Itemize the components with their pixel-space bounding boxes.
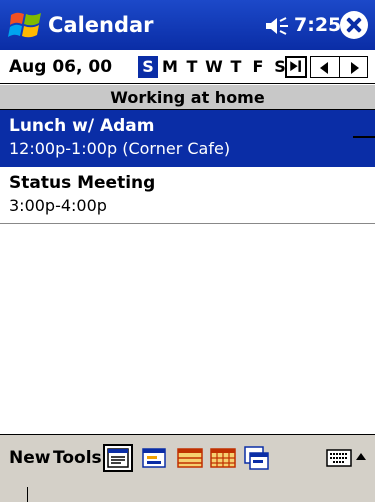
weekday-monday[interactable]: M bbox=[160, 56, 180, 78]
weekday-sunday[interactable]: S bbox=[138, 56, 158, 78]
clock[interactable]: 7:25 bbox=[294, 0, 341, 50]
all-day-event-banner[interactable]: Working at home bbox=[0, 85, 375, 110]
text-cursor bbox=[27, 487, 28, 502]
input-selector-arrow-icon[interactable] bbox=[355, 449, 367, 465]
agenda-view-icon[interactable] bbox=[103, 444, 133, 472]
appointment-title: Lunch w/ Adam bbox=[9, 116, 155, 136]
month-view-icon[interactable] bbox=[208, 444, 238, 472]
appointment-time: 12:00p-1:00p (Corner Cafe) bbox=[9, 139, 231, 158]
next-arrow-icon[interactable] bbox=[338, 57, 368, 77]
title-bar: Calendar 7:25 bbox=[0, 0, 375, 50]
weekday-wednesday[interactable]: W bbox=[204, 56, 224, 78]
tools-menu[interactable]: Tools bbox=[53, 445, 102, 471]
speaker-icon[interactable] bbox=[265, 16, 291, 36]
current-date[interactable]: Aug 06, 00 bbox=[9, 50, 112, 84]
appointment-item[interactable]: Status Meeting 3:00p-4:00p bbox=[0, 167, 375, 224]
day-navigation bbox=[310, 56, 368, 78]
close-button[interactable] bbox=[340, 11, 368, 39]
day-view-icon[interactable] bbox=[139, 444, 169, 472]
menu-bar: New Tools bbox=[0, 434, 375, 502]
keyboard-icon[interactable] bbox=[326, 448, 352, 468]
appointment-title: Status Meeting bbox=[9, 173, 156, 193]
date-bar: Aug 06, 00 S M T W T F S bbox=[0, 50, 375, 84]
year-view-icon[interactable] bbox=[241, 444, 271, 472]
weekday-tuesday[interactable]: T bbox=[182, 56, 202, 78]
appointment-item[interactable]: Lunch w/ Adam 12:00p-1:00p (Corner Cafe) bbox=[0, 110, 375, 167]
weekday-thursday[interactable]: T bbox=[226, 56, 246, 78]
selection-marker bbox=[353, 136, 375, 138]
appointment-time: 3:00p-4:00p bbox=[9, 196, 107, 215]
weekday-selector: S M T W T F S bbox=[138, 56, 292, 78]
new-menu[interactable]: New bbox=[9, 445, 50, 471]
goto-today-icon[interactable] bbox=[285, 56, 307, 78]
prev-arrow-icon[interactable] bbox=[310, 57, 339, 77]
weekday-friday[interactable]: F bbox=[248, 56, 268, 78]
week-view-icon[interactable] bbox=[175, 444, 205, 472]
app-title: Calendar bbox=[48, 13, 154, 37]
windows-flag-icon[interactable] bbox=[8, 7, 44, 43]
